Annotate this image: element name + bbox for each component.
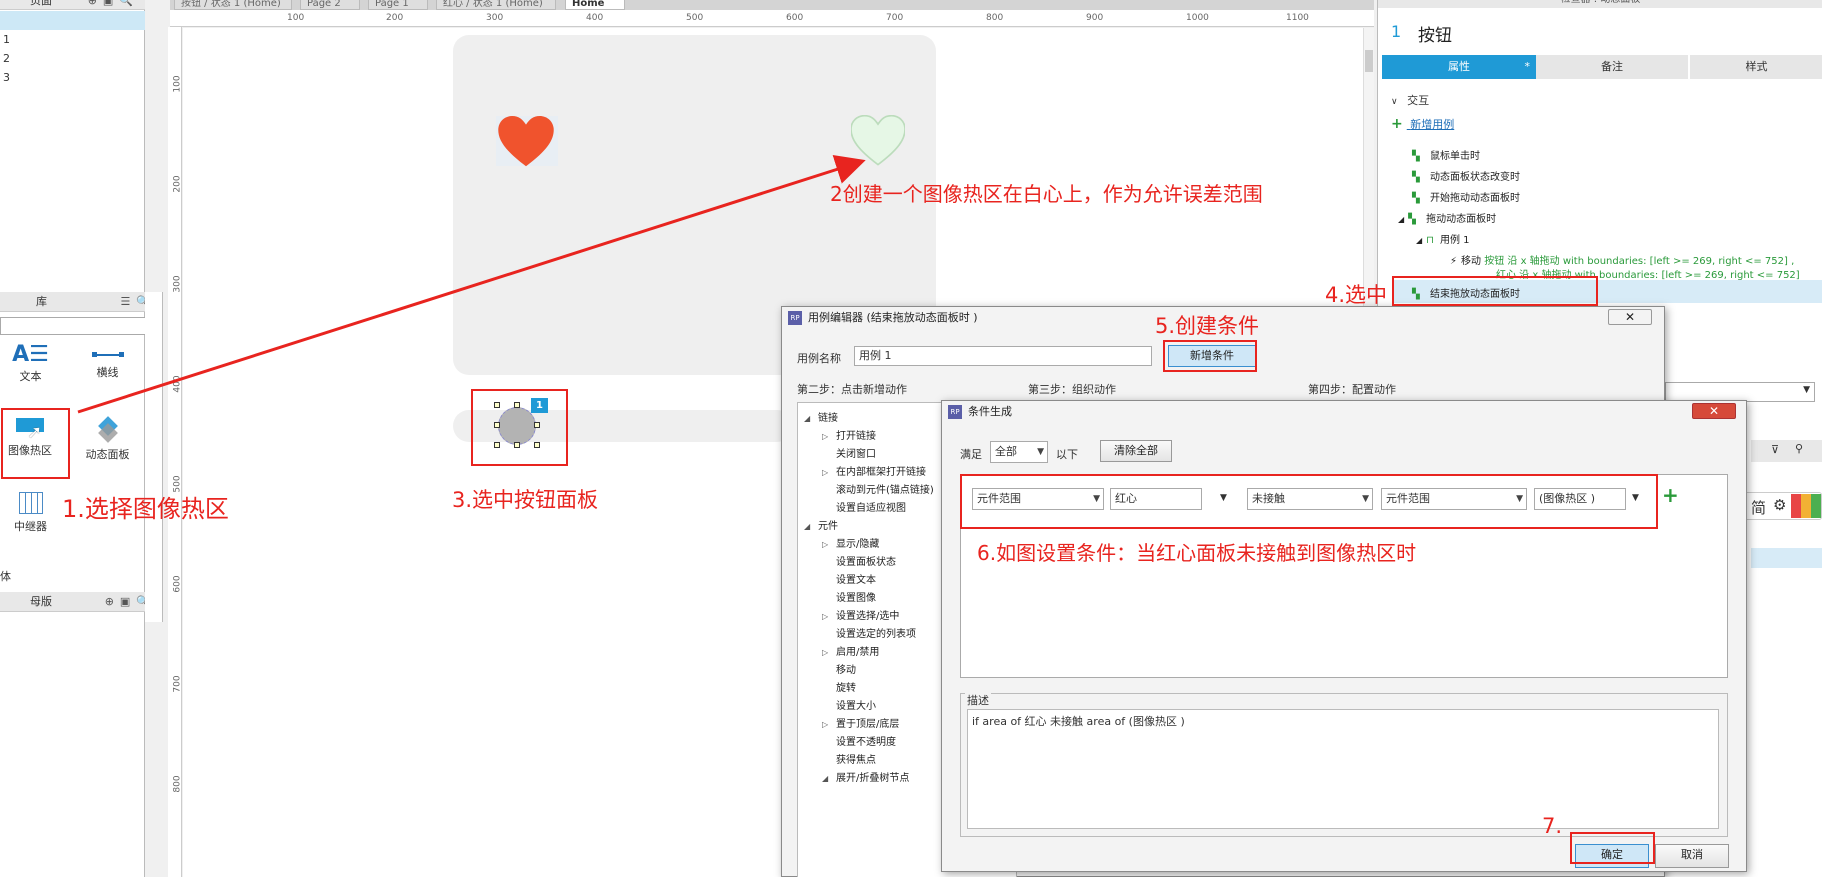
annotation-box-ok xyxy=(1570,832,1655,864)
annotation-step5: 5.创建条件 xyxy=(1155,314,1260,338)
annotation-step7: 7. xyxy=(1542,814,1563,838)
annotation-arrow xyxy=(77,155,866,414)
annotation-step1: 1.选择图像热区 xyxy=(62,495,229,523)
annotation-box-hotspot xyxy=(1,408,70,479)
annotation-step3: 3.选中按钮面板 xyxy=(452,488,599,512)
annotation-step2: 2创建一个图像热区在白心上，作为允许误差范围 xyxy=(830,182,1263,206)
annotation-step6: 6.如图设置条件：当红心面板未接触到图像热区时 xyxy=(977,541,1417,565)
app-window: 页面 ⊕▣🔍 1 2 3 库 ☰🔍 ▼ A☰ 文本 横线 xyxy=(0,0,1822,877)
annotation-box-event xyxy=(1392,276,1598,306)
annotation-box-condition-row xyxy=(960,474,1658,529)
annotation-step4: 4.选中 xyxy=(1325,283,1388,307)
annotation-box-add-condition xyxy=(1163,340,1257,372)
annotation-box-button xyxy=(471,389,568,466)
